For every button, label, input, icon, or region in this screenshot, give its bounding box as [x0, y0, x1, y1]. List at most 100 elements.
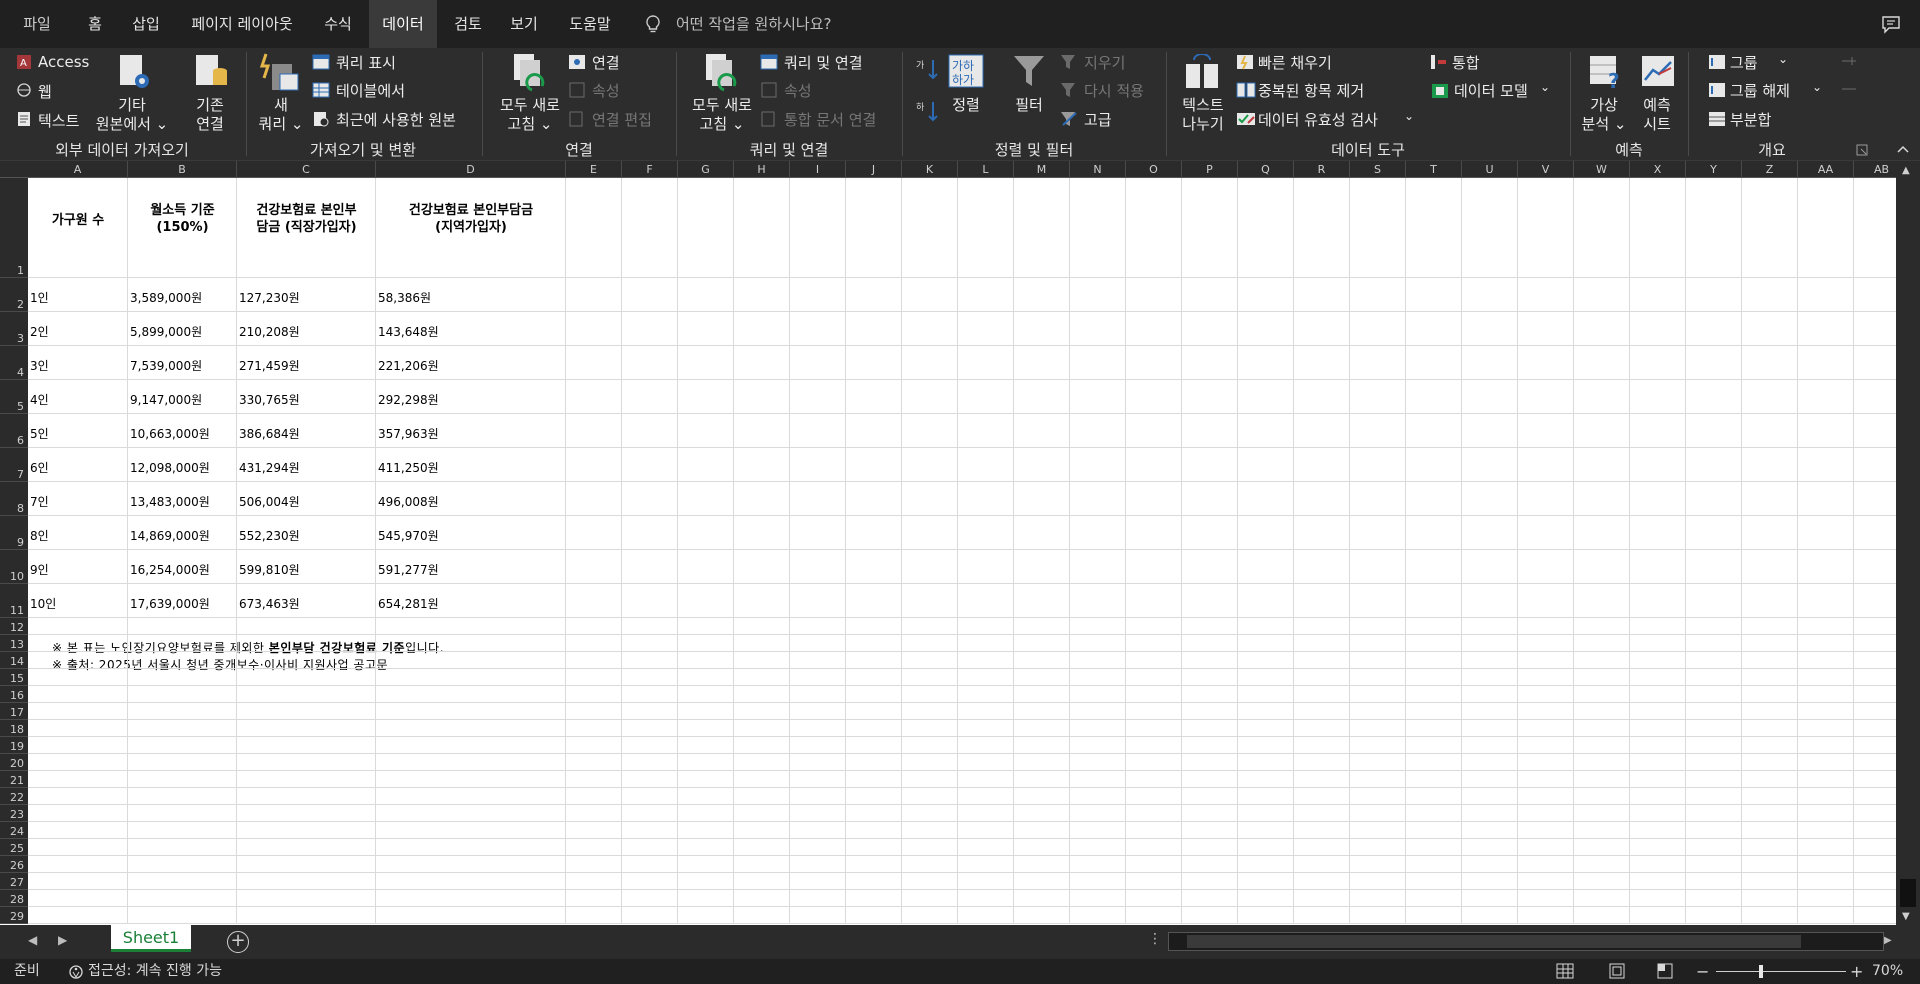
column-header-w[interactable]: W — [1574, 161, 1630, 178]
column-header-i[interactable]: I — [790, 161, 846, 178]
header-employee-premium[interactable]: 건강보험료 본인부 담금 (직장가입자) — [237, 202, 376, 236]
zoom-slider-thumb[interactable] — [1759, 965, 1763, 978]
flash-fill-button[interactable]: 빠른 채우기 — [1258, 52, 1332, 73]
ungroup-button[interactable]: 그룹 해제 — [1730, 80, 1790, 101]
more-options-icon[interactable]: ⋮ — [1148, 931, 1162, 947]
regional-premium-cell[interactable]: 143,648원 — [378, 323, 439, 340]
sort-button[interactable]: 정렬 — [944, 96, 988, 115]
what-if-analysis-button[interactable]: 가상 분석 ⌄ — [1576, 96, 1632, 134]
edit-links-button[interactable]: 연결 편집 — [592, 109, 652, 130]
row-header-5[interactable]: 5 — [0, 380, 28, 414]
data-validation-dropdown[interactable]: ⌄ — [1404, 109, 1414, 123]
normal-view-icon[interactable] — [1556, 963, 1574, 979]
row-header-19[interactable]: 19 — [0, 737, 28, 754]
tab-insert[interactable]: 삽입 — [124, 0, 168, 48]
employee-premium-cell[interactable]: 210,208원 — [239, 323, 300, 340]
row-header-17[interactable]: 17 — [0, 703, 28, 720]
column-header-k[interactable]: K — [902, 161, 958, 178]
vertical-scroll-thumb[interactable] — [1900, 879, 1916, 907]
row-header-2[interactable]: 2 — [0, 278, 28, 312]
refresh-all-queries-button[interactable]: 모두 새로 고침 ⌄ — [682, 96, 762, 134]
collapse-ribbon-icon[interactable] — [1896, 144, 1910, 154]
employee-premium-cell[interactable]: 271,459원 — [239, 357, 300, 374]
note-source[interactable]: ※ 출처: 2025년 서울시 청년 중개보수·이사비 지원사업 공고문 — [52, 656, 388, 673]
regional-premium-cell[interactable]: 654,281원 — [378, 595, 439, 612]
column-header-l[interactable]: L — [958, 161, 1014, 178]
tab-page-layout[interactable]: 페이지 레이아웃 — [182, 0, 302, 48]
regional-premium-cell[interactable]: 292,298원 — [378, 391, 439, 408]
row-header-27[interactable]: 27 — [0, 873, 28, 890]
page-break-view-icon[interactable] — [1656, 963, 1674, 979]
accessibility-status[interactable]: 접근성: 계속 진행 가능 — [88, 959, 222, 984]
row-header-11[interactable]: 11 — [0, 584, 28, 618]
row-header-21[interactable]: 21 — [0, 771, 28, 788]
tell-me-search[interactable]: 어떤 작업을 원하시나요? — [676, 0, 832, 48]
tab-formulas[interactable]: 수식 — [316, 0, 360, 48]
from-web-button[interactable]: 웹 — [38, 81, 52, 102]
row-header-3[interactable]: 3 — [0, 312, 28, 346]
header-regional-premium[interactable]: 건강보험료 본인부담금 (지역가입자) — [376, 202, 566, 236]
row-header-16[interactable]: 16 — [0, 686, 28, 703]
monthly-income-cell[interactable]: 12,098,000원 — [130, 459, 210, 476]
household-size-cell[interactable]: 4인 — [30, 391, 49, 408]
show-queries-button[interactable]: 쿼리 표시 — [336, 52, 396, 73]
data-validation-button[interactable]: 데이터 유효성 검사 — [1258, 109, 1378, 130]
hide-detail-icon[interactable] — [1840, 82, 1858, 96]
query-properties-button[interactable]: 속성 — [784, 80, 812, 101]
sheet-tab-sheet1[interactable]: Sheet1 — [111, 925, 191, 952]
recent-sources-button[interactable]: 최근에 사용한 원본 — [336, 109, 456, 130]
existing-connections-button[interactable]: 기존 연결 — [184, 96, 236, 134]
row-header-14[interactable]: 14 — [0, 652, 28, 669]
column-header-v[interactable]: V — [1518, 161, 1574, 178]
monthly-income-cell[interactable]: 7,539,000원 — [130, 357, 202, 374]
row-header-18[interactable]: 18 — [0, 720, 28, 737]
reapply-button[interactable]: 다시 적용 — [1084, 80, 1144, 101]
column-header-y[interactable]: Y — [1686, 161, 1742, 178]
column-header-z[interactable]: Z — [1742, 161, 1798, 178]
data-model-button[interactable]: 데이터 모델 — [1454, 80, 1528, 101]
column-header-b[interactable]: B — [128, 161, 237, 178]
column-header-a[interactable]: A — [28, 161, 128, 178]
monthly-income-cell[interactable]: 3,589,000원 — [130, 289, 202, 306]
header-monthly-income[interactable]: 월소득 기준 (150%) — [128, 202, 237, 236]
regional-premium-cell[interactable]: 496,008원 — [378, 493, 439, 510]
household-size-cell[interactable]: 2인 — [30, 323, 49, 340]
row-header-20[interactable]: 20 — [0, 754, 28, 771]
household-size-cell[interactable]: 1인 — [30, 289, 49, 306]
tab-view[interactable]: 보기 — [502, 0, 546, 48]
monthly-income-cell[interactable]: 10,663,000원 — [130, 425, 210, 442]
show-detail-icon[interactable] — [1840, 54, 1858, 68]
group-dropdown[interactable]: ⌄ — [1778, 52, 1788, 66]
employee-premium-cell[interactable]: 599,810원 — [239, 561, 300, 578]
data-model-dropdown[interactable]: ⌄ — [1540, 80, 1550, 94]
column-header-h[interactable]: H — [734, 161, 790, 178]
row-header-13[interactable]: 13 — [0, 635, 28, 652]
prev-sheet-icon[interactable]: ◀ — [28, 933, 37, 947]
column-header-m[interactable]: M — [1014, 161, 1070, 178]
scroll-down-icon[interactable]: ▼ — [1902, 911, 1910, 922]
properties-button[interactable]: 속성 — [592, 80, 620, 101]
column-header-q[interactable]: Q — [1238, 161, 1294, 178]
queries-connections-button[interactable]: 쿼리 및 연결 — [784, 52, 863, 73]
column-header-p[interactable]: P — [1182, 161, 1238, 178]
row-header-4[interactable]: 4 — [0, 346, 28, 380]
zoom-slider[interactable] — [1716, 965, 1846, 978]
consolidate-button[interactable]: 통합 — [1452, 52, 1480, 73]
clear-button[interactable]: 지우기 — [1084, 52, 1125, 73]
remove-duplicates-button[interactable]: 중복된 항목 제거 — [1258, 80, 1364, 101]
column-header-aa[interactable]: AA — [1798, 161, 1854, 178]
regional-premium-cell[interactable]: 545,970원 — [378, 527, 439, 544]
household-size-cell[interactable]: 9인 — [30, 561, 49, 578]
subtotal-button[interactable]: 부분합 — [1730, 109, 1771, 130]
household-size-cell[interactable]: 3인 — [30, 357, 49, 374]
horizontal-scrollbar[interactable] — [1168, 932, 1884, 951]
household-size-cell[interactable]: 10인 — [30, 595, 56, 612]
row-header-7[interactable]: 7 — [0, 448, 28, 482]
from-access-button[interactable]: Access — [38, 53, 89, 71]
column-header-f[interactable]: F — [622, 161, 678, 178]
forecast-sheet-button[interactable]: 예측 시트 — [1632, 96, 1682, 134]
scroll-up-icon[interactable]: ▲ — [1902, 165, 1910, 176]
row-header-9[interactable]: 9 — [0, 516, 28, 550]
zoom-in-icon[interactable]: + — [1850, 959, 1863, 984]
row-header-22[interactable]: 22 — [0, 788, 28, 805]
